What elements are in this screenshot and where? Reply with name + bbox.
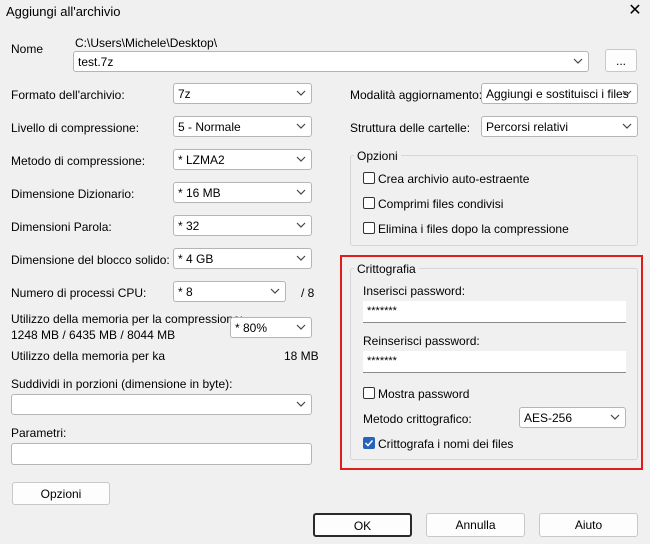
chevron-down-icon: [295, 250, 307, 266]
ok-button[interactable]: OK: [313, 513, 412, 537]
encryption-method-label: Metodo crittografico:: [363, 412, 472, 426]
chevron-down-icon: [295, 151, 307, 167]
split-label: Suddividi in porzioni (dimensione in byt…: [11, 377, 233, 391]
encrypt-names-checkbox[interactable]: [363, 437, 375, 449]
chevron-down-icon: [295, 118, 307, 134]
chevron-down-icon: [295, 217, 307, 233]
level-select[interactable]: 5 - Normale: [173, 116, 312, 137]
name-label: Nome: [11, 42, 44, 56]
decompress-memory-label: Utilizzo della memoria per ka: [11, 349, 166, 363]
options-group-title: Opzioni: [354, 149, 401, 163]
help-button-label: Aiuto: [574, 518, 603, 532]
level-value: 5 - Normale: [178, 120, 241, 134]
help-button[interactable]: Aiuto: [539, 513, 638, 537]
browse-button[interactable]: ...: [605, 49, 637, 72]
browse-button-label: ...: [615, 54, 626, 68]
word-label: Dimensioni Parola:: [11, 220, 112, 234]
shared-files-checkbox[interactable]: [363, 197, 375, 209]
threads-value: * 8: [178, 285, 193, 299]
delete-files-label: Elimina i files dopo la compressione: [378, 222, 569, 236]
update-mode-label: Modalità aggiornamento:: [350, 88, 483, 102]
path-text: C:\Users\Michele\Desktop\: [75, 36, 218, 50]
password-input[interactable]: *******: [363, 301, 626, 323]
sfx-checkbox[interactable]: [363, 172, 375, 184]
format-label: Formato dell'archivio:: [11, 88, 125, 102]
solid-label: Dimensione del blocco solido:: [11, 253, 170, 267]
decompress-memory-value: 18 MB: [284, 349, 319, 363]
dict-label: Dimensione Dizionario:: [11, 187, 135, 201]
chevron-down-icon: [621, 118, 633, 134]
options-button[interactable]: Opzioni: [12, 482, 110, 505]
path-mode-select[interactable]: Percorsi relativi: [481, 116, 638, 137]
check-icon: [364, 439, 374, 447]
reenter-password-value: *******: [367, 355, 397, 367]
chevron-down-icon: [609, 409, 621, 425]
password-value: *******: [367, 305, 397, 317]
level-label: Livello di compressione:: [11, 121, 140, 135]
path-mode-value: Percorsi relativi: [486, 120, 569, 134]
memory-values: 1248 MB / 6435 MB / 8044 MB: [11, 328, 176, 342]
split-select[interactable]: [11, 394, 312, 415]
close-icon[interactable]: ✕: [626, 2, 644, 20]
chevron-down-icon: [572, 53, 584, 69]
chevron-down-icon: [295, 184, 307, 200]
archive-name-value: test.7z: [78, 55, 114, 69]
reenter-password-label: Reinserisci password:: [363, 334, 480, 348]
threads-max: / 8: [301, 286, 315, 300]
update-mode-select[interactable]: Aggiungi e sostituisci i files: [481, 83, 638, 104]
format-value: 7z: [178, 87, 191, 101]
delete-files-checkbox[interactable]: [363, 222, 375, 234]
method-value: * LZMA2: [178, 153, 225, 167]
dict-select[interactable]: * 16 MB: [173, 182, 312, 203]
chevron-down-icon: [269, 283, 281, 299]
solid-select[interactable]: * 4 GB: [173, 248, 312, 269]
solid-value: * 4 GB: [178, 252, 214, 266]
format-select[interactable]: 7z: [173, 83, 312, 104]
reenter-password-input[interactable]: *******: [363, 351, 626, 373]
ok-button-label: OK: [353, 519, 372, 533]
memory-select[interactable]: * 80%: [230, 317, 312, 338]
method-label: Metodo di compressione:: [11, 154, 146, 168]
sfx-label: Crea archivio auto-estraente: [378, 172, 530, 186]
encryption-method-select[interactable]: AES-256: [519, 407, 626, 428]
encryption-group-title: Crittografia: [354, 262, 419, 276]
show-password-checkbox[interactable]: [363, 387, 375, 399]
chevron-down-icon: [295, 396, 307, 412]
params-label: Parametri:: [11, 426, 67, 440]
threads-label: Numero di processi CPU:: [11, 286, 147, 300]
chevron-down-icon: [621, 85, 633, 101]
memory-label: Utilizzo della memoria per la compressio…: [11, 312, 244, 326]
encrypt-names-label: Crittografa i nomi dei files: [378, 437, 514, 451]
chevron-down-icon: [295, 319, 307, 335]
word-value: * 32: [178, 219, 200, 233]
chevron-down-icon: [295, 85, 307, 101]
encryption-method-value: AES-256: [524, 411, 573, 425]
cancel-button-label: Annulla: [455, 518, 496, 532]
shared-files-label: Comprimi files condivisi: [378, 197, 504, 211]
dict-value: * 16 MB: [178, 186, 221, 200]
threads-select[interactable]: * 8: [173, 281, 286, 302]
archive-name-combo[interactable]: test.7z: [73, 51, 589, 72]
cancel-button[interactable]: Annulla: [426, 513, 525, 537]
window-title: Aggiungi all'archivio: [6, 4, 121, 19]
options-button-label: Opzioni: [40, 487, 82, 501]
title-bar: Aggiungi all'archivio ✕: [0, 0, 650, 24]
method-select[interactable]: * LZMA2: [173, 149, 312, 170]
word-select[interactable]: * 32: [173, 215, 312, 236]
path-mode-label: Struttura delle cartelle:: [350, 121, 471, 135]
memory-value: * 80%: [235, 321, 268, 335]
password-label: Inserisci password:: [363, 284, 466, 298]
params-input[interactable]: [11, 443, 312, 465]
update-mode-value: Aggiungi e sostituisci i files: [486, 87, 629, 101]
show-password-label: Mostra password: [378, 387, 470, 401]
